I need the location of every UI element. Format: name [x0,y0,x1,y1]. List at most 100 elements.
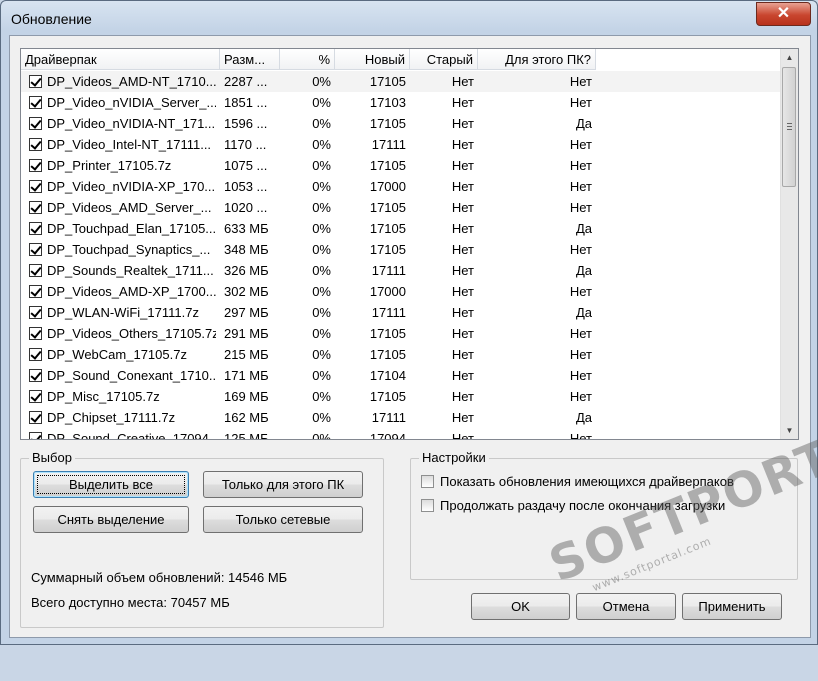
continue-seeding-option[interactable]: Продолжать раздачу после окончания загру… [421,498,725,513]
row-checkbox[interactable] [29,264,42,277]
driverpack-cell[interactable]: DP_Video_nVIDIA-NT_171... [21,113,220,134]
driverpack-cell[interactable]: DP_Misc_17105.7z [21,386,220,407]
old-version-cell: Нет [451,116,474,131]
driverpack-cell[interactable]: DP_Videos_AMD-XP_1700... [21,281,220,302]
new-version-cell: 17111 [371,410,406,425]
percent-cell: 0% [312,305,331,320]
selection-group-label: Выбор [29,450,75,465]
table-row[interactable]: DP_Video_nVIDIA-NT_171... 1596 ... 0% 17105… [21,113,780,134]
col-new[interactable]: Новый [335,49,410,70]
table-row[interactable]: DP_Videos_Others_17105.7z 291 МБ 0% 17105 Не… [21,323,780,344]
table-row[interactable]: DP_Video_Intel-NT_17111... 1170 ... 0% 1711… [21,134,780,155]
driverpack-cell[interactable]: DP_Chipset_17111.7z [21,407,220,428]
scroll-up-icon[interactable]: ▲ [781,49,798,66]
row-checkbox[interactable] [29,369,42,382]
settings-group: Настройки Показать обновления имеющихся … [410,450,798,580]
driverpack-cell[interactable]: DP_WLAN-WiFi_17111.7z [21,302,220,323]
driverpack-cell[interactable]: DP_Videos_AMD_Server_... [21,197,220,218]
row-checkbox[interactable] [29,243,42,256]
row-checkbox[interactable] [29,117,42,130]
ok-button[interactable]: OK [471,593,570,620]
table-row[interactable]: DP_Touchpad_Elan_17105... 633 МБ 0% 17105 Не… [21,218,780,239]
percent-cell: 0% [312,116,331,131]
row-checkbox[interactable] [29,432,42,439]
row-checkbox[interactable] [29,96,42,109]
col-size[interactable]: Разм... [220,49,280,70]
table-row[interactable]: DP_Video_nVIDIA_Server_... 1851 ... 0% 1710… [21,92,780,113]
driverpack-cell[interactable]: DP_Sound_Conexant_1710... [21,365,220,386]
for-this-pc-cell: Да [575,305,592,320]
table-row[interactable]: DP_Sound_Conexant_1710... 171 МБ 0% 17104 Не… [21,365,780,386]
cancel-button[interactable]: Отмена [576,593,676,620]
percent-cell: 0% [312,74,331,89]
driverpack-cell[interactable]: DP_WebCam_17105.7z [21,344,220,365]
list-header: Драйверпак Разм... % Новый Старый Для эт… [21,49,780,71]
deselect-button[interactable]: Снять выделение [33,506,189,533]
driverpack-cell[interactable]: DP_Touchpad_Elan_17105... [21,218,220,239]
col-percent[interactable]: % [280,49,335,70]
table-row[interactable]: DP_Videos_AMD-NT_1710... 2287 ... 0% 17105 Н… [21,71,780,92]
scroll-down-icon[interactable]: ▼ [781,422,798,439]
table-row[interactable]: DP_Videos_AMD_Server_... 1020 ... 0% 17105 Н… [21,197,780,218]
table-row[interactable]: DP_WebCam_17105.7z 215 МБ 0% 17105 Нет Нет [21,344,780,365]
row-checkbox[interactable] [29,201,42,214]
close-button[interactable]: ✕ [756,2,811,26]
driverpack-name: DP_Touchpad_Synaptics_... [47,242,211,257]
driverpack-cell[interactable]: DP_Sounds_Realtek_1711... [21,260,220,281]
row-checkbox[interactable] [29,159,42,172]
row-checkbox[interactable] [29,390,42,403]
row-checkbox[interactable] [29,327,42,340]
size-cell: 171 МБ [224,368,269,383]
driverpack-cell[interactable]: DP_Sound_Creative_17094... [21,428,220,440]
table-row[interactable]: DP_Sounds_Realtek_1711... 326 МБ 0% 17111 Не… [21,260,780,281]
size-cell: 125 МБ [224,431,269,440]
table-row[interactable]: DP_Video_nVIDIA-XP_170... 1053 ... 0% 17000… [21,176,780,197]
row-checkbox[interactable] [29,306,42,319]
driverpack-cell[interactable]: DP_Video_nVIDIA_Server_... [21,92,220,113]
percent-cell: 0% [312,242,331,257]
table-row[interactable]: DP_Printer_17105.7z 1075 ... 0% 17105 Нет Нет [21,155,780,176]
selection-group: Выбор Выделить все Только для этого ПК С… [20,450,384,628]
row-checkbox[interactable] [29,222,42,235]
new-version-cell: 17105 [369,242,406,257]
table-row[interactable]: DP_Touchpad_Synaptics_... 348 МБ 0% 17105 Не… [21,239,780,260]
continue-seeding-label: Продолжать раздачу после окончания загру… [440,498,726,513]
only-this-pc-button[interactable]: Только для этого ПК [203,471,363,498]
driverpack-cell[interactable]: DP_Printer_17105.7z [21,155,220,176]
continue-seeding-checkbox[interactable] [421,499,434,512]
percent-cell: 0% [312,389,331,404]
col-old[interactable]: Старый [410,49,478,70]
driverpack-cell[interactable]: DP_Touchpad_Synaptics_... [21,239,220,260]
table-row[interactable]: DP_Chipset_17111.7z 162 МБ 0% 17111 Нет Да [21,407,780,428]
row-checkbox[interactable] [29,138,42,151]
scroll-thumb[interactable] [782,67,796,187]
table-row[interactable]: DP_WLAN-WiFi_17111.7z 297 МБ 0% 17111 Нет Да [21,302,780,323]
row-checkbox[interactable] [29,285,42,298]
driverpack-cell[interactable]: DP_Videos_AMD-NT_1710... [21,71,220,92]
percent-cell: 0% [312,326,331,341]
driverpack-cell[interactable]: DP_Video_Intel-NT_17111... [21,134,220,155]
for-this-pc-cell: Нет [569,74,592,89]
row-checkbox[interactable] [29,75,42,88]
apply-button[interactable]: Применить [682,593,782,620]
row-checkbox[interactable] [29,411,42,424]
col-driverpack[interactable]: Драйверпак [21,49,220,70]
driverpack-name: DP_Sound_Creative_17094... [47,431,216,440]
row-checkbox[interactable] [29,348,42,361]
show-updates-checkbox[interactable] [421,475,434,488]
table-row[interactable]: DP_Videos_AMD-XP_1700... 302 МБ 0% 17000 Нет… [21,281,780,302]
table-row[interactable]: DP_Sound_Creative_17094... 125 МБ 0% 17094 Н… [21,428,780,440]
col-for-this-pc[interactable]: Для этого ПК? [478,49,596,70]
driverpack-list[interactable]: Драйверпак Разм... % Новый Старый Для эт… [20,48,799,440]
row-checkbox[interactable] [29,180,42,193]
select-all-button[interactable]: Выделить все [33,471,189,498]
driverpack-cell[interactable]: DP_Videos_Others_17105.7z [21,323,220,344]
free-space-label: Всего доступно места: 70457 МБ [31,595,230,610]
driverpack-cell[interactable]: DP_Video_nVIDIA-XP_170... [21,176,220,197]
driverpack-name: DP_Videos_AMD-NT_1710... [47,74,216,89]
show-updates-option[interactable]: Показать обновления имеющихся драйверпак… [421,474,734,489]
list-scrollbar[interactable]: ▲ ▼ [780,49,798,439]
only-network-button[interactable]: Только сетевые [203,506,363,533]
table-row[interactable]: DP_Misc_17105.7z 169 МБ 0% 17105 Нет Нет [21,386,780,407]
old-version-cell: Нет [451,410,474,425]
